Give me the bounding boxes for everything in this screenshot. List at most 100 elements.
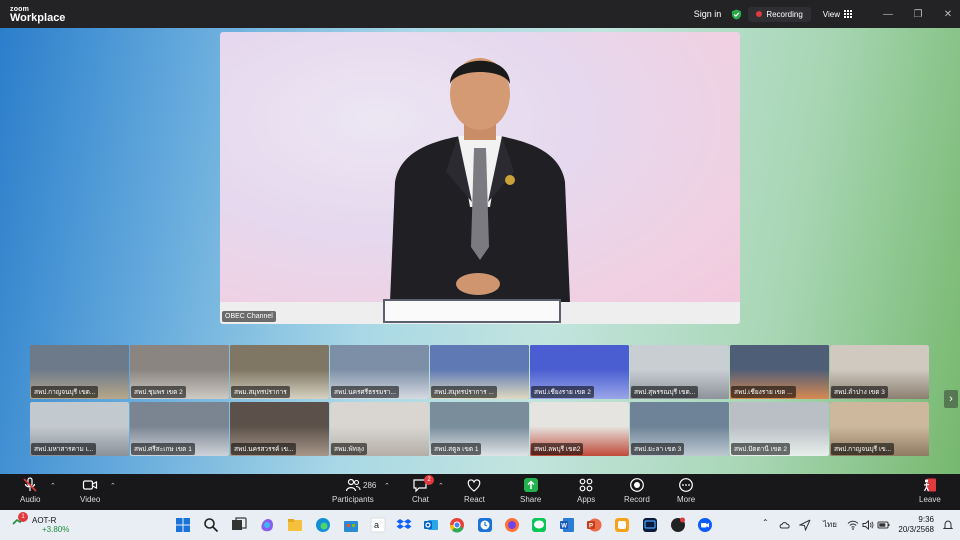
participant-tile[interactable]: สพม.พัทลุง — [330, 402, 429, 456]
participant-tile[interactable]: สพป.ชุมพร เขต 2 — [130, 345, 229, 399]
chat-unread-badge: 2 — [424, 475, 434, 485]
view-button[interactable]: View — [817, 7, 858, 22]
encryption-shield-icon[interactable] — [731, 8, 742, 20]
video-options-chevron-icon[interactable]: ⌃ — [110, 482, 116, 490]
share-button[interactable]: Share — [520, 477, 541, 504]
speaker-name-label: OBEC Channel — [222, 311, 276, 322]
search-icon[interactable] — [203, 517, 219, 533]
video-button[interactable]: Video — [80, 477, 100, 504]
word-icon[interactable]: W — [559, 517, 575, 533]
participant-tile[interactable]: สพป.นครสวรรค์ เข... — [230, 402, 329, 456]
participant-tile[interactable]: สพป.ลำปาง เขต 3 — [830, 345, 929, 399]
windows-taskbar: 1 AOT-R +3.80% a W P ⌃ ไทย 9:36 20/3/256… — [0, 510, 960, 540]
wifi-icon[interactable] — [847, 519, 859, 531]
leave-button[interactable]: Leave — [919, 477, 941, 504]
svg-text:a: a — [374, 520, 379, 530]
participant-tile[interactable]: สพป.ปัตตานี เขต 2 — [730, 402, 829, 456]
input-language-indicator[interactable]: ไทย — [823, 518, 837, 531]
title-bar: zoom Workplace Sign in Recording View — … — [0, 0, 960, 28]
cloud-icon[interactable] — [779, 519, 791, 531]
more-dots-icon — [679, 478, 694, 492]
firefox-icon[interactable] — [504, 517, 520, 533]
svg-text:W: W — [561, 524, 567, 530]
grid-view-icon — [844, 10, 852, 18]
participant-tile[interactable]: สพป.ยะลา เขต 3 — [630, 402, 729, 456]
next-page-chevron-icon[interactable]: › — [944, 390, 958, 408]
meeting-controls: Audio ⌃ Video ⌃ Participants 2 Chat ⌃ Re… — [0, 474, 960, 510]
widget-badge: 1 — [18, 512, 28, 522]
windows-start-icon[interactable] — [175, 517, 191, 533]
participant-name-label: สพป.เชียงราย เขต 2 — [531, 386, 594, 398]
participant-name-label: สพม.สมุทรปราการ — [231, 386, 290, 398]
volume-icon[interactable] — [862, 519, 874, 531]
participant-name-label: สพป.ลพบุรี เขต2 — [531, 443, 584, 455]
restore-button[interactable]: ❐ — [906, 0, 930, 28]
participant-tile[interactable]: สพป.กาญจนบุรี เขต... — [30, 345, 129, 399]
dropbox-icon[interactable] — [396, 517, 412, 533]
participant-tile[interactable]: สพป.กาญจนบุรี เข... — [830, 402, 929, 456]
participant-name-label: สพป.สุพรรณบุรี เขต... — [631, 386, 699, 398]
participant-name-label: สพป.มหาสารคาม เ... — [31, 443, 97, 455]
copilot-icon[interactable] — [259, 517, 275, 533]
participant-tile[interactable]: สพป.สมุทรปราการ ... — [430, 345, 529, 399]
muted-microphone-icon — [23, 477, 37, 492]
participant-name-label: สพม.พัทลุง — [331, 443, 368, 455]
share-screen-icon — [523, 478, 538, 492]
active-speaker-video[interactable]: OBEC Channel — [220, 32, 740, 324]
zoom-app-icon[interactable] — [697, 517, 713, 533]
participant-name-label: สพป.ยะลา เขต 3 — [631, 443, 685, 455]
task-view-icon[interactable] — [231, 517, 247, 533]
video-camera-icon — [83, 480, 98, 490]
chat-button[interactable]: 2 Chat — [412, 475, 434, 504]
sign-in-button[interactable]: Sign in — [688, 6, 728, 22]
chrome-icon[interactable] — [449, 517, 465, 533]
file-explorer-icon[interactable] — [287, 517, 303, 533]
participant-name-label: สพป.ลำปาง เขต 3 — [831, 386, 888, 398]
edge-browser-icon[interactable] — [315, 517, 331, 533]
line-app-icon[interactable] — [531, 517, 547, 533]
participant-name-label: สพป.นครศรีธรรมรา... — [331, 386, 399, 398]
participant-tile[interactable]: สพม.สมุทรปราการ — [230, 345, 329, 399]
recording-dot-icon — [756, 11, 763, 17]
participant-tile[interactable]: สพป.เชียงราย เขต ... — [730, 345, 829, 399]
participant-tile[interactable]: สพป.สตูล เขต 1 — [430, 402, 529, 456]
amazon-icon[interactable]: a — [370, 517, 386, 533]
participant-tile[interactable]: สพป.เชียงราย เขต 2 — [530, 345, 629, 399]
recording-indicator[interactable]: Recording — [748, 6, 811, 22]
active-app-icon[interactable] — [614, 517, 630, 533]
minimize-button[interactable]: — — [876, 0, 900, 28]
participant-name-label: สพป.สตูล เขต 1 — [431, 443, 482, 455]
record-icon — [629, 478, 644, 492]
media-app-icon[interactable] — [642, 517, 658, 533]
meeting-stage: OBEC Channel สพป.กาญจนบุรี เขต... สพป.ชุม… — [0, 28, 960, 474]
participant-tile[interactable]: สพป.ลพบุรี เขต2 — [530, 402, 629, 456]
participant-tile[interactable]: สพป.สุพรรณบุรี เขต... — [630, 345, 729, 399]
close-window-button[interactable]: ✕ — [936, 0, 960, 28]
chat-options-chevron-icon[interactable]: ⌃ — [438, 482, 444, 490]
zoom-logo: zoom Workplace — [10, 6, 66, 24]
participant-tile[interactable]: สพป.นครศรีธรรมรา... — [330, 345, 429, 399]
battery-icon[interactable] — [877, 519, 890, 531]
react-button[interactable]: React — [464, 477, 485, 504]
more-button[interactable]: More — [677, 477, 695, 504]
microsoft-store-icon[interactable] — [343, 517, 359, 533]
messenger-app-icon[interactable] — [670, 517, 686, 533]
participants-options-chevron-icon[interactable]: ⌃ — [384, 482, 390, 490]
location-icon[interactable] — [799, 519, 811, 531]
powerpoint-icon[interactable]: P — [586, 517, 602, 533]
audio-options-chevron-icon[interactable]: ⌃ — [50, 482, 56, 490]
clock-app-icon[interactable] — [477, 517, 493, 533]
participant-name-label: สพป.นครสวรรค์ เข... — [231, 443, 297, 455]
apps-button[interactable]: Apps — [577, 477, 595, 504]
tray-overflow-chevron-icon[interactable]: ⌃ — [762, 518, 769, 527]
participant-tile[interactable]: สพป.มหาสารคาม เ... — [30, 402, 129, 456]
record-button[interactable]: Record — [624, 477, 650, 504]
outlook-icon[interactable] — [423, 517, 439, 533]
stock-widget[interactable]: 1 AOT-R +3.80% — [12, 512, 69, 534]
audio-button[interactable]: Audio — [20, 477, 40, 504]
participant-tile[interactable]: สพป.ศรีสะเกษ เขต 1 — [130, 402, 229, 456]
notifications-bell-icon[interactable] — [942, 519, 954, 531]
participants-count: 286 — [363, 481, 377, 490]
system-clock[interactable]: 9:36 20/3/2568 — [898, 515, 934, 535]
participant-name-label: สพป.เชียงราย เขต ... — [731, 386, 796, 398]
